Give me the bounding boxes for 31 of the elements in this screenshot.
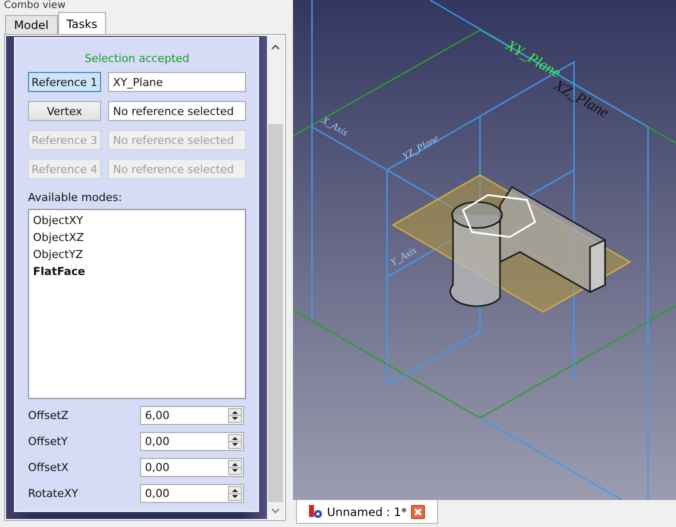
mode-item[interactable]: ObjectYZ [33, 246, 241, 263]
spin-arrows-icon[interactable] [228, 434, 242, 449]
scrollbar[interactable] [267, 36, 284, 519]
spin-box[interactable]: 0,00 [140, 432, 244, 451]
spin-box[interactable]: 6,00 [140, 406, 244, 425]
spin-arrows-icon[interactable] [228, 408, 242, 423]
close-icon[interactable] [410, 504, 425, 518]
spin-box[interactable]: 0,00 [140, 484, 244, 503]
modes-label: Available modes: [28, 191, 123, 205]
offset-label: OffsetX [28, 461, 70, 474]
reference-field[interactable]: No reference selected [108, 101, 246, 121]
reference-button[interactable]: Vertex [28, 101, 101, 121]
reference-field[interactable]: XY_Plane [108, 72, 246, 92]
document-tab[interactable]: Unnamed : 1* [296, 500, 438, 524]
offset-label: OffsetZ [28, 409, 70, 422]
reference-button[interactable]: Reference 1 [28, 72, 101, 92]
panel-title: Combo view [4, 0, 66, 12]
mode-item[interactable]: ObjectXY [33, 212, 241, 229]
scroll-down-icon[interactable] [270, 506, 281, 516]
panel-tab[interactable]: Tasks [58, 12, 106, 34]
scroll-up-icon[interactable] [270, 42, 281, 52]
spin-arrows-icon[interactable] [228, 486, 242, 501]
spin-box[interactable]: 0,00 [140, 458, 244, 477]
offset-label: RotateXY [28, 487, 80, 500]
modes-list[interactable]: ObjectXY ObjectXZ ObjectYZ FlatFace [28, 209, 246, 399]
mode-item[interactable]: ObjectXZ [33, 229, 241, 246]
offset-label: OffsetY [28, 435, 69, 448]
panel-tab[interactable]: Model [5, 15, 58, 34]
status-message: Selection accepted [84, 52, 190, 66]
mode-item[interactable]: FlatFace [33, 263, 241, 280]
spin-arrows-icon[interactable] [228, 460, 242, 475]
